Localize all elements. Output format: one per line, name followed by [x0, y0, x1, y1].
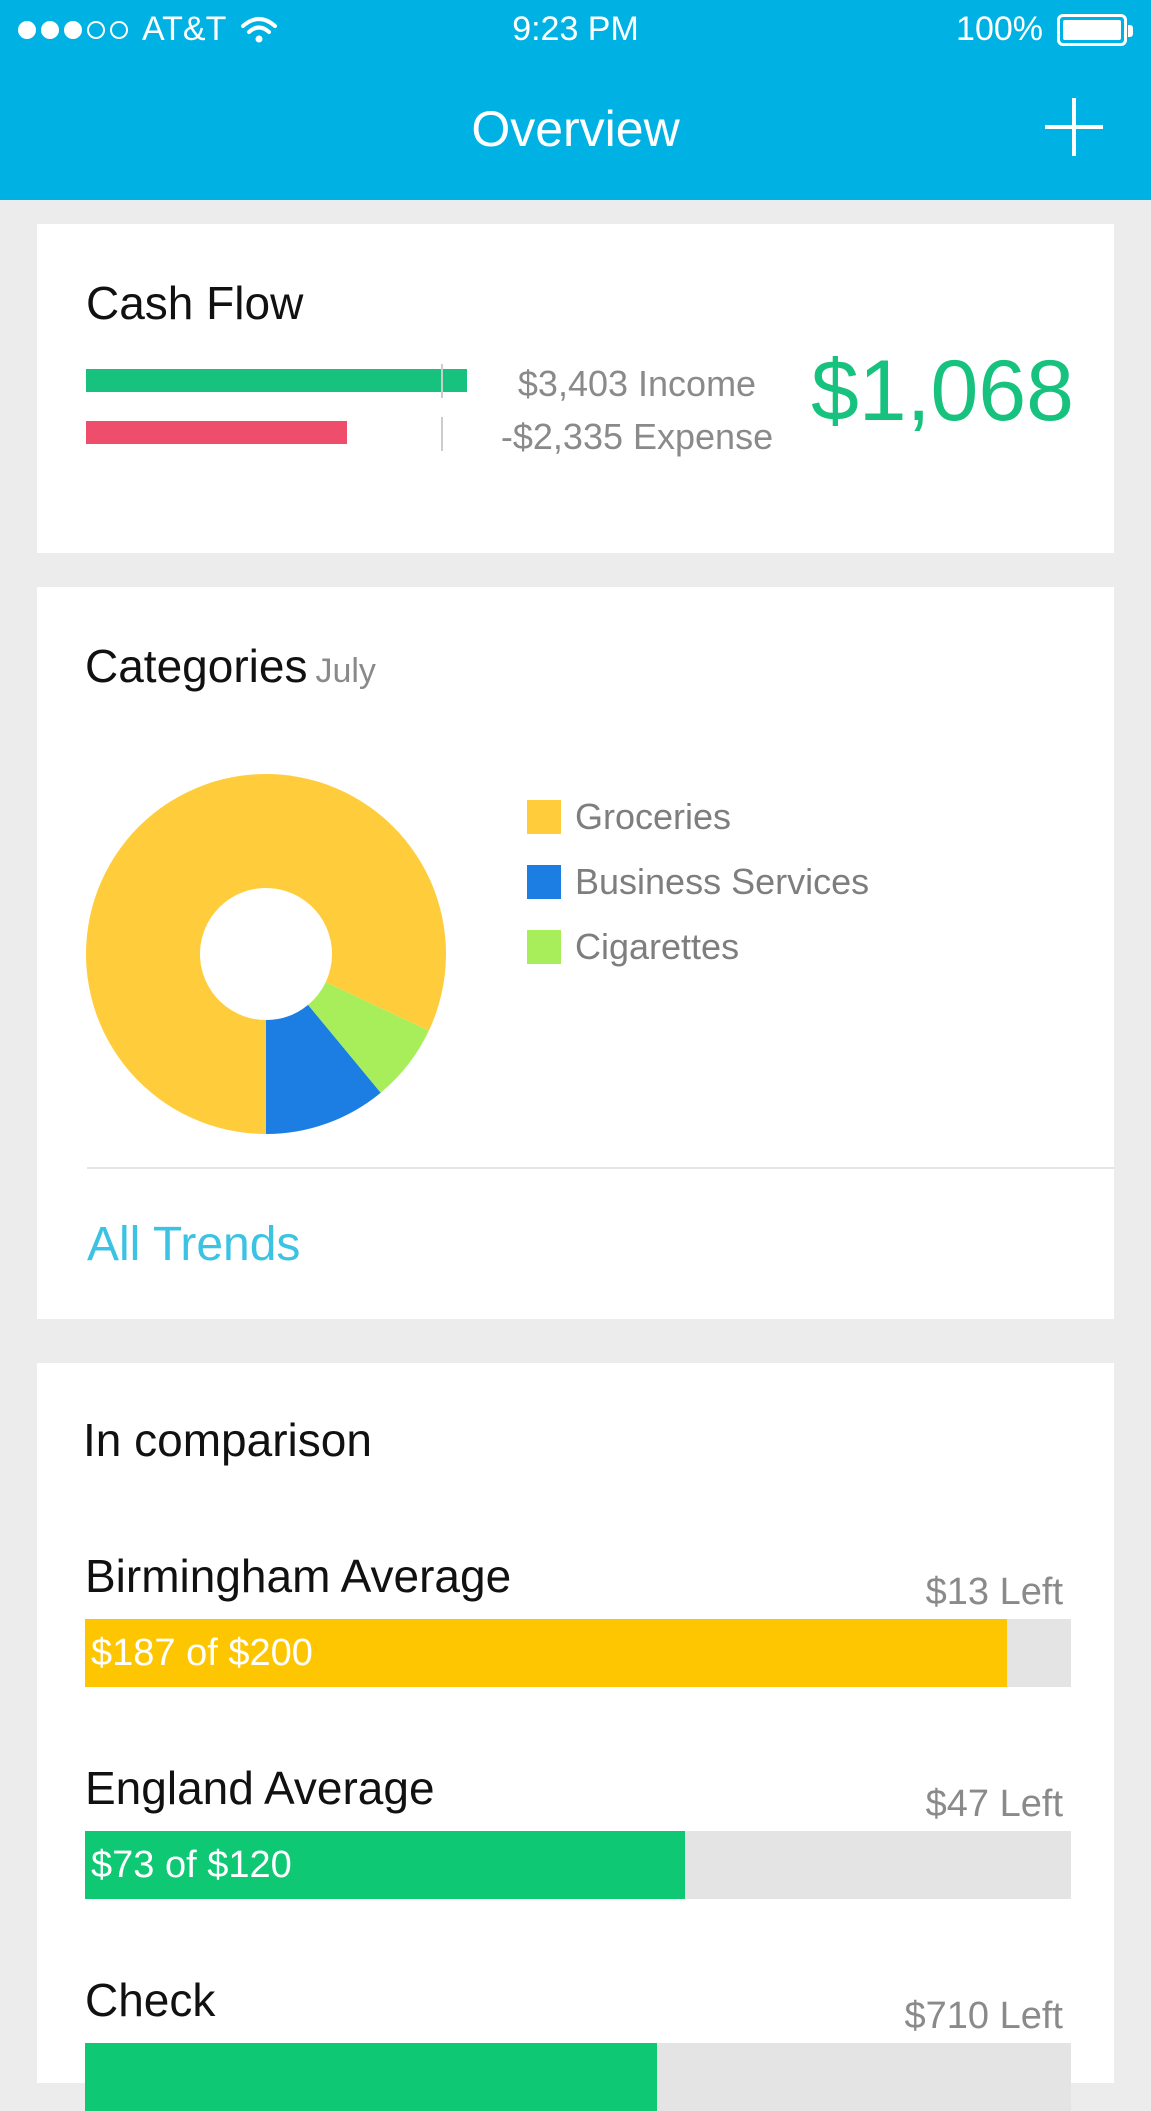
comparison-title: In comparison [83, 1414, 372, 1466]
page-title: Overview [471, 101, 680, 157]
categories-heading: Categories July [85, 639, 376, 693]
expense-label: -$2,335 Expense [500, 416, 774, 457]
categories-period: July [315, 652, 376, 690]
categories-title: Categories [85, 640, 308, 692]
status-bar: AT&T 9:23 PM 100% [0, 0, 1151, 60]
expense-marker [441, 417, 443, 451]
comparison-name: Check [85, 1974, 216, 2026]
comparison-progress-track: $73 of $120 [85, 1831, 1071, 1899]
cash-flow-title: Cash Flow [86, 277, 304, 329]
income-marker [441, 364, 443, 398]
legend-label: Groceries [575, 795, 732, 837]
comparison-progress-fill [85, 2043, 657, 2111]
comparison-remaining: $710 Left [904, 1995, 1063, 2037]
app-header: AT&T 9:23 PM 100% Overview [0, 0, 1151, 200]
cash-flow-card[interactable]: Cash Flow $3,403 Income -$2,335 Expense … [37, 224, 1114, 553]
legend-item-cigarettes: Cigarettes [527, 914, 869, 979]
income-bar [86, 369, 467, 392]
legend-item-business-services: Business Services [527, 849, 869, 914]
chart-legend: Groceries Business Services Cigarettes [527, 784, 869, 979]
status-right: 100% [956, 10, 1133, 49]
categories-card: Categories July Groceries Business Servic… [37, 587, 1114, 1319]
comparison-progress-label: $73 of $120 [91, 1844, 292, 1886]
comparison-progress-label: $187 of $200 [91, 1632, 313, 1674]
battery-percent: 100% [956, 10, 1043, 48]
comparison-remaining: $13 Left [925, 1571, 1063, 1613]
battery-icon [1057, 13, 1133, 46]
expense-bar [86, 421, 347, 444]
comparison-name: Birmingham Average [85, 1550, 512, 1602]
legend-swatch [527, 799, 561, 834]
all-trends-link[interactable]: All Trends [87, 1217, 300, 1272]
divider [87, 1167, 1114, 1169]
legend-label: Cigarettes [575, 925, 740, 967]
legend-item-groceries: Groceries [527, 784, 869, 849]
comparison-card: In comparison Birmingham Average $13 Lef… [37, 1363, 1114, 2111]
categories-donut-chart[interactable] [80, 768, 452, 1140]
legend-swatch [527, 929, 561, 964]
legend-label: Business Services [575, 860, 870, 902]
net-cash-flow: $1,068 [810, 343, 1074, 439]
comparison-progress-track: $187 of $200 [85, 1619, 1071, 1687]
comparison-progress-track [85, 2043, 1071, 2111]
legend-swatch [527, 864, 561, 899]
add-button[interactable] [1045, 98, 1103, 156]
income-label: $3,403 Income [517, 363, 757, 404]
comparison-remaining: $47 Left [925, 1783, 1063, 1825]
comparison-name: England Average [85, 1762, 435, 1814]
